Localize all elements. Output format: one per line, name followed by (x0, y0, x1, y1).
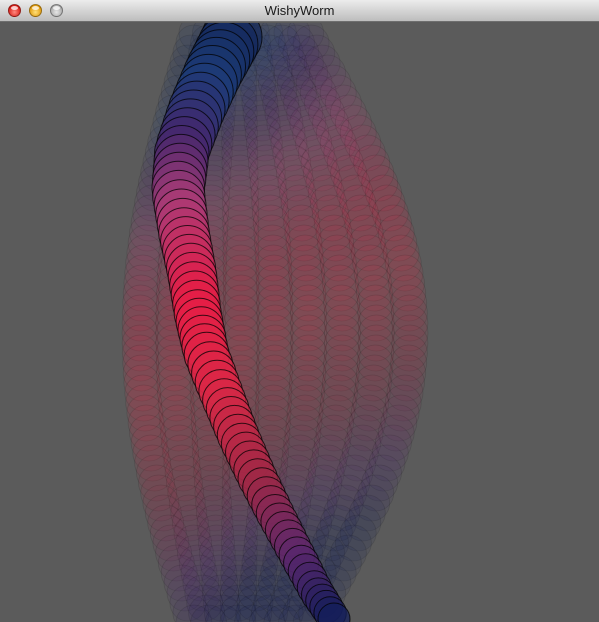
drawing-canvas[interactable] (0, 23, 599, 622)
title-bar[interactable]: WishyWorm (0, 0, 599, 22)
window-title: WishyWorm (264, 3, 335, 18)
app-window: WishyWorm (0, 0, 599, 622)
worm-drawing (121, 23, 429, 622)
